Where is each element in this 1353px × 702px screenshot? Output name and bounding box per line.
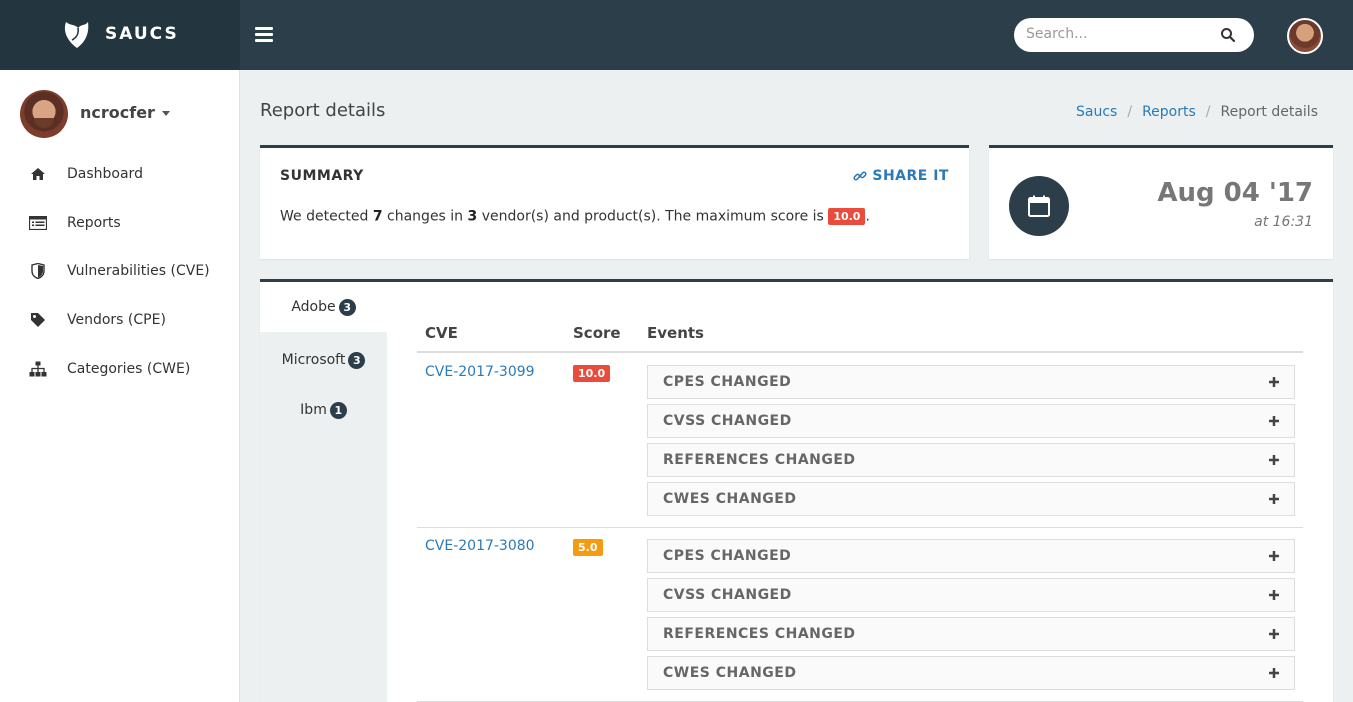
breadcrumb-current: Report details — [1220, 104, 1318, 120]
count-badge: 3 — [338, 298, 356, 316]
user-name[interactable]: ncrocfer — [80, 103, 155, 122]
list-icon — [29, 214, 47, 232]
summary-card: SUMMARY SHARE IT We detected 7 changes i… — [260, 145, 969, 259]
brand-name: SAUCS — [105, 24, 179, 44]
sidebar-item-vulnerabilities[interactable]: Vulnerabilities (CVE) — [0, 251, 240, 291]
breadcrumb-saucs[interactable]: Saucs — [1076, 104, 1117, 120]
top-bar: SAUCS — [0, 0, 1353, 70]
sidebar-item-reports[interactable]: Reports — [0, 203, 240, 243]
sidebar-item-label: Dashboard — [67, 166, 143, 182]
user-avatar[interactable] — [1287, 18, 1323, 54]
tag-icon — [29, 311, 47, 329]
summary-text-part: changes in — [382, 208, 468, 225]
count-badge: 1 — [329, 401, 347, 419]
tab-adobe[interactable]: Adobe 3 — [260, 282, 387, 332]
sidebar-item-categories[interactable]: Categories (CWE) — [0, 349, 240, 389]
event-cwes-changed[interactable]: CWES CHANGED — [647, 482, 1295, 516]
summary-text-part: vendor(s) and product(s). The maximum sc… — [477, 208, 829, 225]
summary-text-part: We detected — [280, 208, 373, 225]
share-button[interactable]: SHARE IT — [853, 168, 949, 184]
sidebar-item-label: Categories (CWE) — [67, 361, 191, 377]
calendar-icon — [1009, 176, 1069, 236]
tab-label: Adobe — [291, 299, 336, 315]
cve-link[interactable]: CVE-2017-3080 — [425, 538, 535, 554]
brand[interactable]: SAUCS — [0, 0, 240, 70]
report-date: Aug 04 '17 — [1157, 178, 1313, 208]
event-label: CWES CHANGED — [663, 665, 797, 681]
menu-toggle-icon[interactable] — [255, 27, 273, 43]
event-cpes-changed[interactable]: CPES CHANGED — [647, 365, 1295, 399]
tab-ibm[interactable]: Ibm 1 — [260, 385, 387, 435]
event-label: CPES CHANGED — [663, 374, 792, 390]
sidebar-item-label: Reports — [67, 215, 121, 231]
changes-count: 7 — [372, 208, 383, 225]
summary-title: SUMMARY — [280, 168, 364, 184]
search-box — [1014, 18, 1254, 52]
vendors-count: 3 — [467, 208, 478, 225]
tab-label: Ibm — [300, 402, 327, 418]
summary-text: We detected 7 changes in 3 vendor(s) and… — [280, 208, 870, 225]
plus-icon — [1269, 551, 1279, 561]
score-badge: 10.0 — [573, 365, 611, 382]
breadcrumb-separator: / — [1205, 104, 1211, 120]
max-score-badge: 10.0 — [828, 208, 866, 225]
caret-down-icon[interactable] — [162, 111, 170, 116]
report-time: at 16:31 — [1254, 214, 1313, 230]
event-cvss-changed[interactable]: CVSS CHANGED — [647, 404, 1295, 438]
plus-icon — [1269, 668, 1279, 678]
tab-microsoft[interactable]: Microsoft 3 — [260, 335, 387, 385]
shield-logo-icon — [64, 22, 89, 48]
vendor-tabs: Adobe 3 Microsoft 3 Ibm 1 — [260, 282, 387, 702]
search-input[interactable] — [1026, 26, 1216, 42]
home-icon — [29, 165, 47, 183]
event-label: REFERENCES CHANGED — [663, 626, 856, 642]
breadcrumb-reports[interactable]: Reports — [1142, 104, 1196, 120]
share-label: SHARE IT — [872, 168, 949, 184]
sidebar-item-dashboard[interactable]: Dashboard — [0, 154, 240, 194]
date-card: Aug 04 '17 at 16:31 — [989, 145, 1333, 259]
link-icon — [853, 171, 867, 181]
header-divider — [417, 351, 1303, 353]
search-icon[interactable] — [1220, 27, 1236, 43]
sidebar: ncrocfer Dashboard Reports Vulnerabiliti… — [0, 70, 240, 702]
event-label: CPES CHANGED — [663, 548, 792, 564]
breadcrumb: Saucs / Reports / Report details — [1076, 104, 1318, 120]
sidebar-item-label: Vendors (CPE) — [67, 312, 166, 328]
column-header-events: Events — [647, 324, 704, 342]
event-label: CWES CHANGED — [663, 491, 797, 507]
column-header-cve: CVE — [425, 324, 458, 342]
tab-label: Microsoft — [281, 352, 346, 368]
event-cvss-changed[interactable]: CVSS CHANGED — [647, 578, 1295, 612]
results-card: Adobe 3 Microsoft 3 Ibm 1 CVE Score Even… — [260, 279, 1333, 702]
event-references-changed[interactable]: REFERENCES CHANGED — [647, 617, 1295, 651]
plus-icon — [1269, 629, 1279, 639]
breadcrumb-separator: / — [1127, 104, 1133, 120]
event-cpes-changed[interactable]: CPES CHANGED — [647, 539, 1295, 573]
shield-icon — [29, 262, 47, 280]
sidebar-avatar — [20, 90, 68, 138]
summary-text-part: . — [865, 208, 870, 225]
plus-icon — [1269, 377, 1279, 387]
plus-icon — [1269, 455, 1279, 465]
event-references-changed[interactable]: REFERENCES CHANGED — [647, 443, 1295, 477]
plus-icon — [1269, 416, 1279, 426]
event-label: REFERENCES CHANGED — [663, 452, 856, 468]
sitemap-icon — [29, 360, 47, 378]
count-badge: 3 — [348, 351, 366, 369]
event-label: CVSS CHANGED — [663, 413, 792, 429]
sidebar-item-vendors[interactable]: Vendors (CPE) — [0, 300, 240, 340]
page-title: Report details — [260, 100, 386, 121]
row-divider — [417, 527, 1303, 528]
event-cwes-changed[interactable]: CWES CHANGED — [647, 656, 1295, 690]
event-label: CVSS CHANGED — [663, 587, 792, 603]
cve-link[interactable]: CVE-2017-3099 — [425, 364, 535, 380]
column-header-score: Score — [573, 324, 621, 342]
score-badge: 5.0 — [573, 539, 603, 556]
plus-icon — [1269, 590, 1279, 600]
plus-icon — [1269, 494, 1279, 504]
sidebar-item-label: Vulnerabilities (CVE) — [67, 263, 210, 279]
